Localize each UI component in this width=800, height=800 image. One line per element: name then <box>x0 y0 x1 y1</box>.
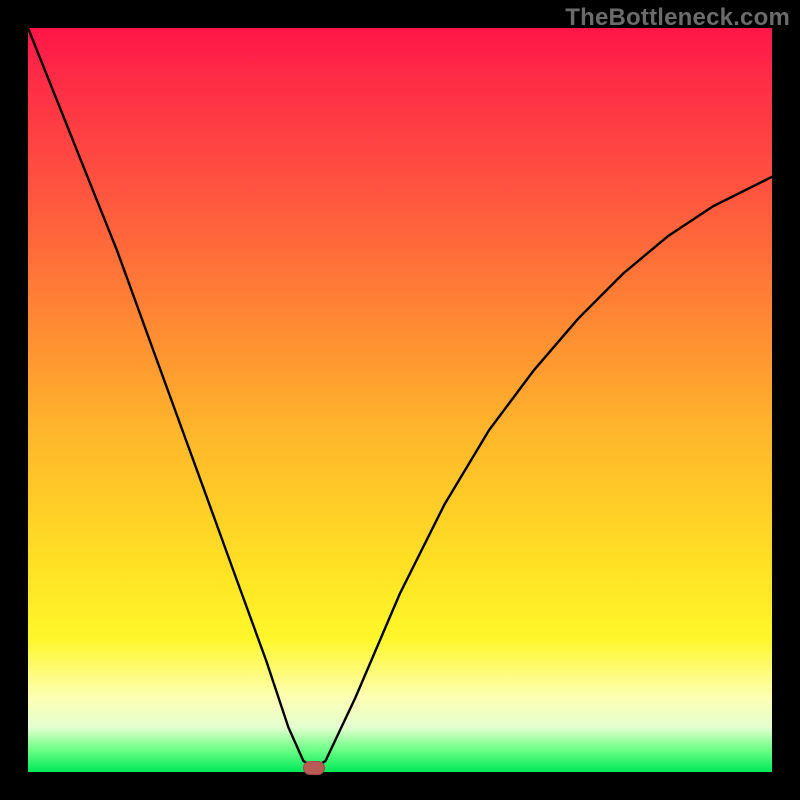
watermark-text: TheBottleneck.com <box>565 4 790 32</box>
bottleneck-curve <box>28 28 772 772</box>
chart-frame: TheBottleneck.com <box>0 0 800 800</box>
plot-area <box>28 28 772 772</box>
minimum-marker <box>303 761 325 775</box>
